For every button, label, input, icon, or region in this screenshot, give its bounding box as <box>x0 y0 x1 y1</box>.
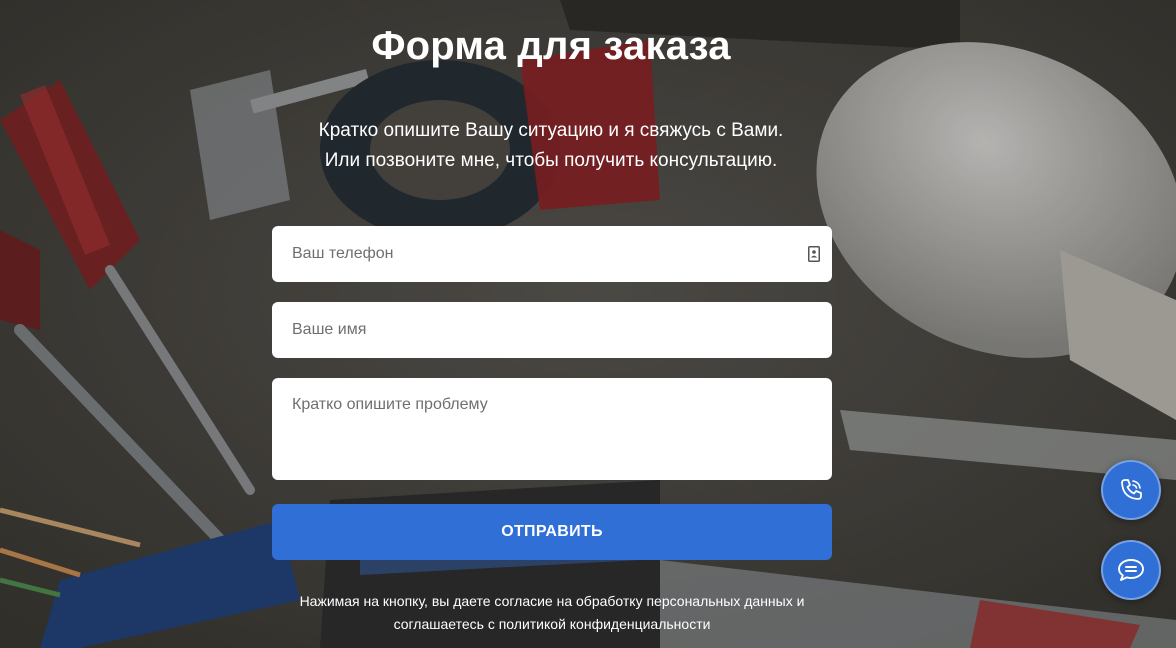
name-field[interactable] <box>272 302 832 358</box>
form-title: Форма для заказа <box>371 24 731 68</box>
name-input[interactable] <box>272 302 832 358</box>
form-content: Форма для заказа Кратко опишите Вашу сит… <box>0 0 1176 648</box>
message-textarea[interactable] <box>272 378 832 480</box>
consent-line-2: соглашаетесь с политикой конфиденциально… <box>393 616 711 632</box>
consent-text: Нажимая на кнопку, вы даете согласие на … <box>252 590 852 636</box>
chat-button[interactable] <box>1101 540 1161 600</box>
phone-input[interactable] <box>272 226 832 282</box>
message-field[interactable] <box>272 378 832 480</box>
phone-call-icon <box>1121 479 1142 500</box>
form-subtitle: Кратко опишите Вашу ситуацию и я свяжусь… <box>0 116 1102 176</box>
phone-field[interactable] <box>272 226 832 282</box>
consent-line-1: Нажимая на кнопку, вы даете согласие на … <box>299 593 805 609</box>
subtitle-line-1: Кратко опишите Вашу ситуацию и я свяжусь… <box>318 120 784 141</box>
submit-button[interactable]: ОТПРАВИТЬ <box>272 504 832 560</box>
contact-card-icon[interactable] <box>808 246 820 262</box>
subtitle-line-2: Или позвоните мне, чтобы получить консул… <box>324 150 778 171</box>
chat-bubble-icon <box>1118 559 1144 581</box>
order-form-section: Форма для заказа Кратко опишите Вашу сит… <box>0 0 1176 648</box>
call-button[interactable] <box>1101 460 1161 520</box>
